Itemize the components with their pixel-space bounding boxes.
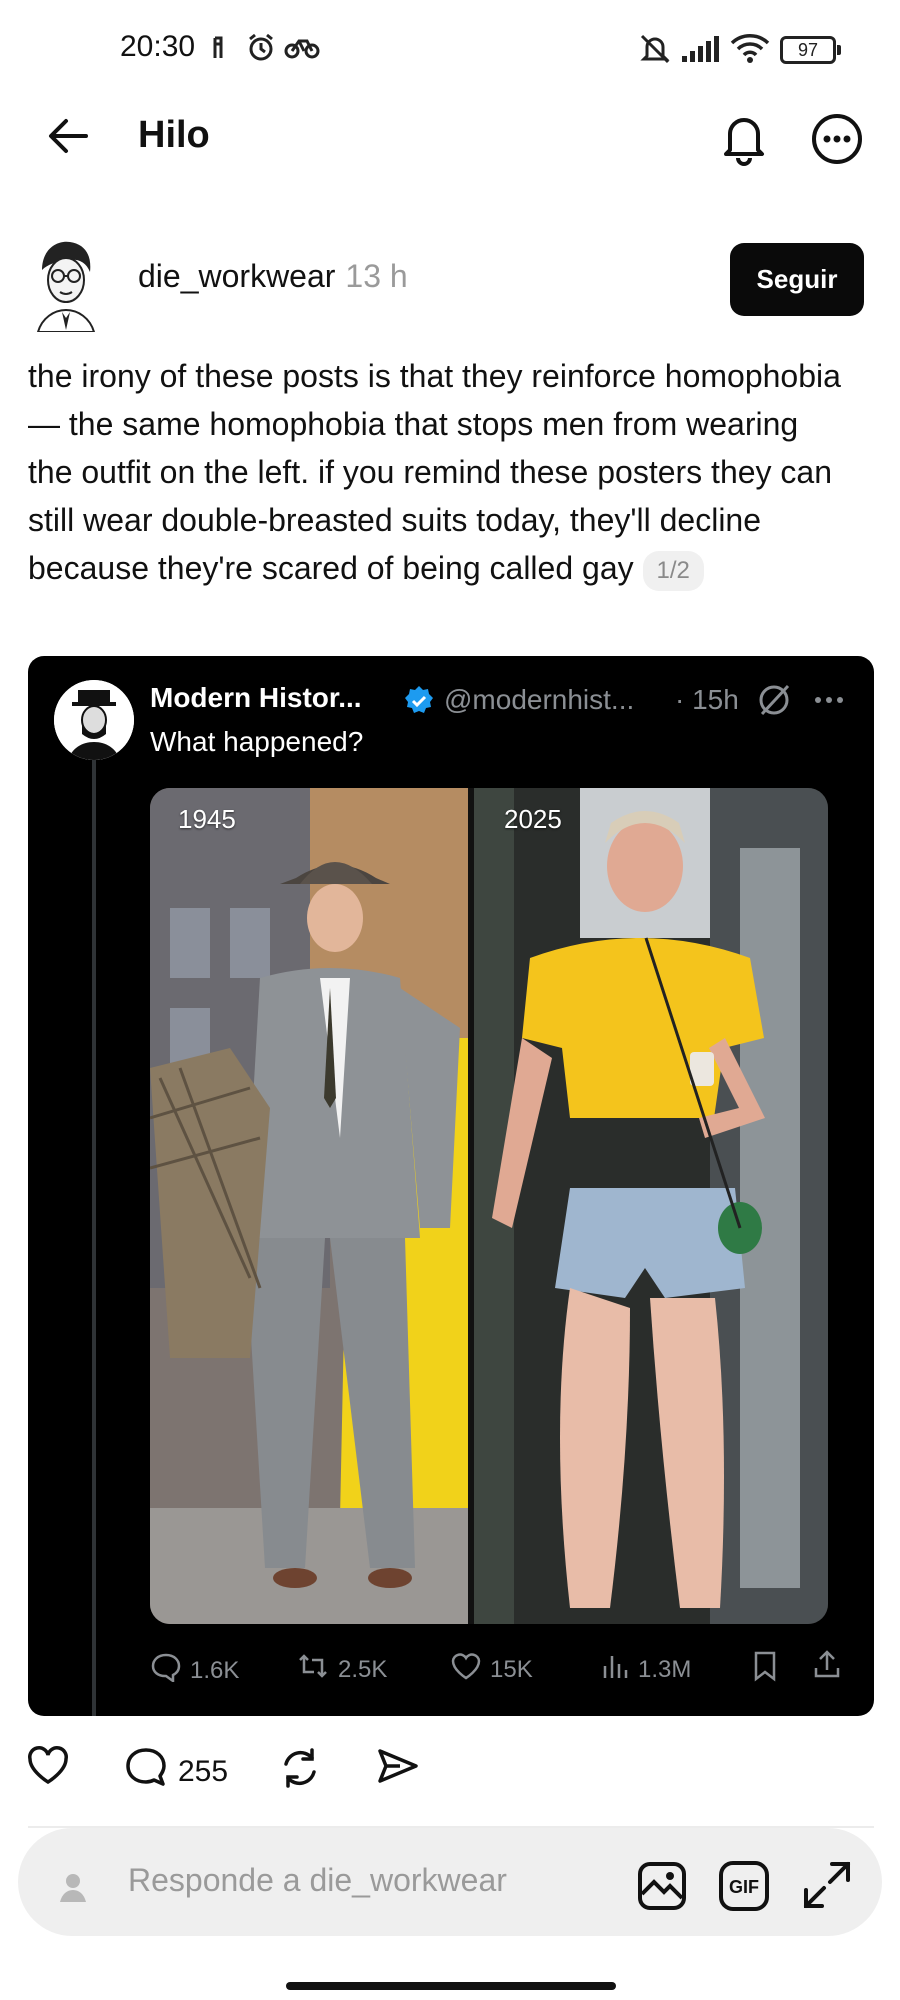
embed-photo[interactable]: 1945 2025 — [150, 788, 828, 1624]
send-icon — [376, 1746, 420, 1794]
share-icon[interactable] — [812, 1648, 842, 1685]
embed-text: What happened? — [150, 726, 364, 757]
cell-signal-icon — [680, 36, 720, 64]
bookmark-icon[interactable] — [752, 1650, 778, 1687]
user-placeholder-icon — [54, 1868, 92, 1911]
verified-badge-icon — [402, 684, 436, 718]
gif-icon[interactable]: GIF — [718, 1860, 770, 1917]
photo-label-2025: 2025 — [504, 804, 562, 834]
repost-button[interactable] — [278, 1746, 322, 1798]
username[interactable]: die_workwear — [138, 258, 335, 294]
expand-icon[interactable] — [800, 1858, 854, 1917]
reply-count: 1.6K — [190, 1656, 240, 1684]
page-indicator-badge: 1/2 — [642, 550, 704, 591]
grok-icon[interactable] — [756, 682, 792, 723]
photo-label-1945: 1945 — [178, 804, 236, 834]
embed-reposts[interactable]: 2.5K — [296, 1652, 387, 1687]
repost-count: 2.5K — [338, 1655, 388, 1683]
views-icon — [600, 1652, 630, 1687]
comment-icon — [124, 1746, 168, 1798]
send-button[interactable] — [376, 1746, 420, 1794]
heart-icon — [26, 1746, 70, 1794]
reply-icon — [150, 1652, 182, 1689]
post-author[interactable]: die_workwear 13 h — [138, 258, 408, 295]
embed-more-icon[interactable] — [814, 692, 844, 710]
post-text: the irony of these posts is that they re… — [28, 358, 841, 586]
embed-avatar[interactable] — [54, 680, 134, 760]
mute-bell-icon — [638, 32, 672, 66]
bell-icon[interactable] — [718, 110, 770, 171]
embed-likes[interactable]: 15K — [450, 1652, 533, 1687]
home-indicator[interactable] — [286, 1982, 616, 1990]
more-options-icon[interactable] — [810, 112, 864, 171]
image-icon[interactable] — [636, 1860, 688, 1917]
post-time: 13 h — [345, 258, 408, 294]
views-count: 1.3M — [638, 1655, 692, 1683]
embed-replies[interactable]: 1.6K — [150, 1652, 239, 1689]
signal-speed-icon — [212, 34, 226, 62]
comment-count: 255 — [178, 1755, 229, 1788]
comment-button[interactable]: 255 — [124, 1746, 228, 1798]
embed-author-name[interactable]: Modern Histor... — [150, 682, 362, 714]
battery-indicator: 97 — [780, 36, 841, 64]
post-body: the irony of these posts is that they re… — [28, 352, 848, 592]
embed-time: · 15h — [675, 684, 739, 715]
svg-text:GIF: GIF — [729, 1877, 759, 1897]
embed-handle: @modernhist... — [444, 684, 635, 715]
repost-icon — [278, 1746, 322, 1798]
like-button[interactable] — [26, 1746, 70, 1794]
like-icon — [450, 1652, 482, 1687]
back-arrow-icon[interactable] — [46, 116, 90, 161]
embed-views[interactable]: 1.3M — [600, 1652, 691, 1687]
avatar[interactable] — [28, 236, 102, 332]
thread-line — [92, 756, 96, 1716]
alarm-icon — [246, 33, 276, 63]
status-time: 20:30 — [120, 30, 196, 63]
reply-input[interactable]: Responde a die_workwear — [128, 1862, 507, 1899]
follow-button[interactable]: Seguir — [730, 243, 864, 316]
wifi-icon — [730, 32, 770, 64]
bike-icon — [284, 36, 320, 60]
like-count: 15K — [490, 1655, 533, 1683]
page-title: Hilo — [138, 114, 210, 156]
repost-icon — [296, 1652, 330, 1687]
